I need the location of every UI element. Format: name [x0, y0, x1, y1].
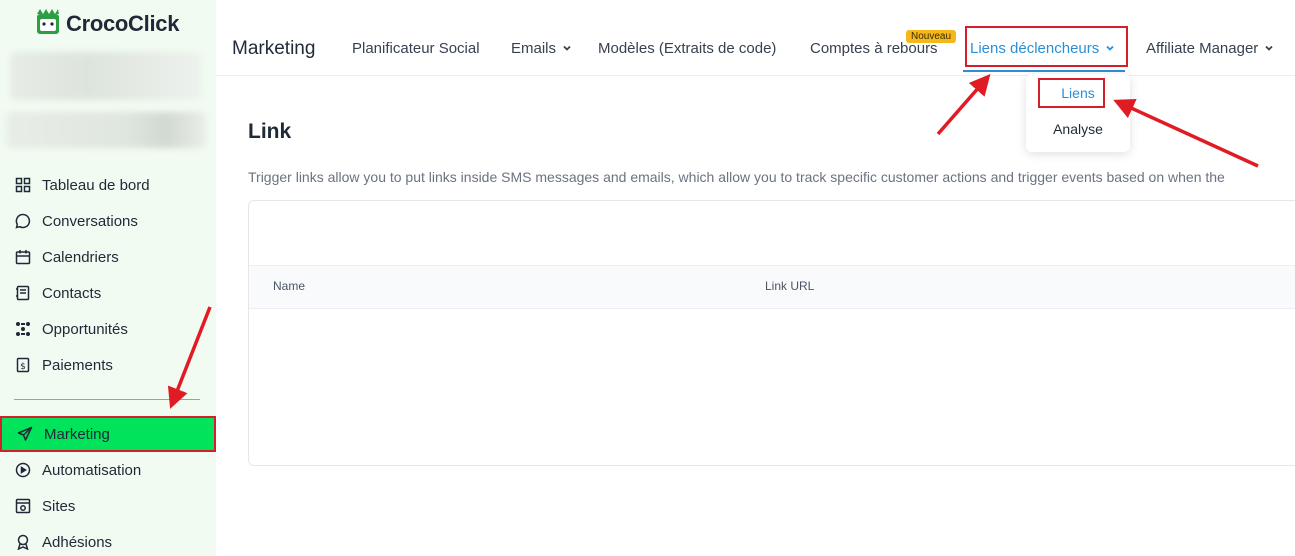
membership-icon [14, 533, 32, 551]
dropdown-item-analytics[interactable]: Analyse [1026, 121, 1130, 137]
chevron-down-icon [562, 40, 572, 57]
croco-logo-icon [34, 6, 62, 41]
payments-icon: $ [14, 356, 32, 374]
sidebar: CrocoClick Tableau de bord Conversations… [0, 0, 216, 556]
sidebar-item-payments[interactable]: $ Paiements [0, 347, 216, 383]
new-badge: Nouveau [906, 30, 957, 43]
annotation-box-links [1038, 78, 1105, 108]
opportunities-icon [14, 320, 32, 338]
sidebar-item-dashboard[interactable]: Tableau de bord [0, 167, 216, 203]
section-heading: Link [248, 120, 292, 143]
sidebar-item-calendars[interactable]: Calendriers [0, 239, 216, 275]
account-switcher-blurred[interactable] [10, 52, 202, 100]
sidebar-divider [14, 399, 200, 400]
arrow-to-trigger-links-tab [936, 74, 991, 136]
sidebar-item-sites[interactable]: Sites [0, 488, 216, 524]
section-description: Trigger links allow you to put links ins… [248, 169, 1225, 185]
sidebar-item-label: Marketing [44, 425, 110, 443]
send-icon [16, 425, 34, 443]
tab-emails[interactable]: Emails [511, 40, 572, 57]
sidebar-item-label: Conversations [42, 212, 138, 230]
sidebar-item-label: Contacts [42, 284, 102, 302]
arrow-to-links-item [1113, 98, 1259, 168]
sites-icon [14, 497, 32, 515]
search-blurred[interactable] [6, 112, 206, 148]
sidebar-item-contacts[interactable]: Contacts [0, 275, 216, 311]
sidebar-item-marketing[interactable]: Marketing [0, 416, 216, 452]
tab-label: Planificateur Social [352, 40, 480, 57]
sidebar-item-automation[interactable]: Automatisation [0, 452, 216, 488]
calendar-icon [14, 248, 32, 266]
sidebar-item-conversations[interactable]: Conversations [0, 203, 216, 239]
contacts-icon [14, 284, 32, 302]
tab-affiliate-manager[interactable]: Affiliate Manager [1146, 40, 1274, 57]
tab-social-planner[interactable]: Planificateur Social [352, 40, 480, 57]
links-table-card [248, 200, 1295, 466]
column-header-link-url[interactable]: Link URL [765, 279, 814, 293]
sidebar-item-label: Adhésions [42, 533, 113, 551]
sidebar-item-memberships[interactable]: Adhésions [0, 524, 216, 556]
logo[interactable]: CrocoClick [34, 6, 179, 41]
sidebar-item-opportunities[interactable]: Opportunités [0, 311, 216, 347]
automation-icon [14, 461, 32, 479]
sidebar-item-label: Tableau de bord [42, 176, 150, 194]
chat-icon [14, 212, 32, 230]
page-title: Marketing [232, 38, 316, 59]
sidebar-item-label: Sites [42, 497, 76, 515]
annotation-box-tab [965, 26, 1128, 67]
top-nav: Marketing Planificateur Social Emails Mo… [216, 0, 1295, 76]
logo-text: CrocoClick [66, 10, 180, 36]
tab-label: Emails [511, 40, 557, 57]
sidebar-item-label: Opportunités [42, 320, 128, 338]
active-tab-indicator [963, 70, 1125, 72]
sidebar-item-label: Calendriers [42, 248, 119, 266]
tab-code-snippets[interactable]: Modèles (Extraits de code) [598, 40, 776, 57]
dashboard-icon [14, 176, 32, 194]
column-header-name[interactable]: Name [273, 279, 305, 293]
chevron-down-icon [1264, 40, 1274, 57]
tab-label: Modèles (Extraits de code) [598, 40, 777, 57]
sidebar-item-label: Paiements [42, 356, 113, 374]
tab-label: Affiliate Manager [1146, 40, 1259, 57]
svg-text:$: $ [20, 362, 26, 372]
sidebar-item-label: Automatisation [42, 461, 142, 479]
